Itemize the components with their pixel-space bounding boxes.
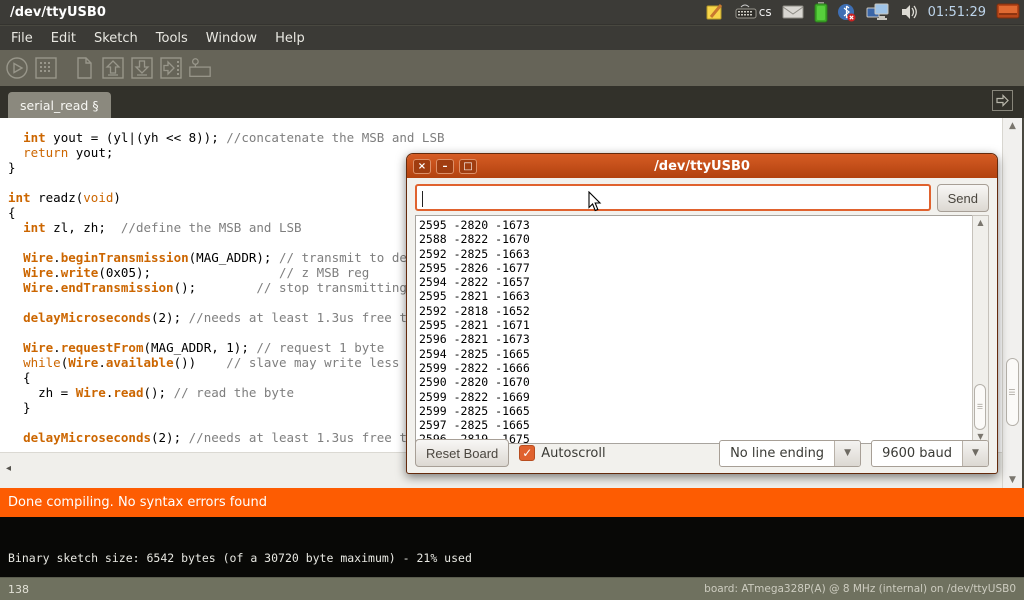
serial-output-row: 2599 -2825 -1665 [419, 404, 977, 418]
autoscroll-label: Autoscroll [541, 446, 605, 461]
serial-monitor-button[interactable] [188, 56, 212, 80]
serial-monitor-window: × – □ /dev/ttyUSB0 Send 2595 -2820 -1673… [406, 153, 998, 474]
serial-output-list[interactable]: 2595 -2820 -16732588 -2822 -16702592 -28… [415, 215, 978, 444]
keyboard-layout-label: cs [759, 5, 772, 19]
tab-menu-arrow-icon [995, 93, 1010, 108]
vscroll-up-arrow-icon[interactable]: ▲ [1003, 121, 1022, 131]
serial-output-row: 2594 -2825 -1665 [419, 347, 977, 361]
code-line: int yout = (yl|(yh << 8)); //concatenate… [8, 130, 1002, 145]
keyboard-layout-icon[interactable]: cs [735, 1, 772, 23]
menu-bar: FileEditSketchToolsWindowHelp [0, 26, 1024, 50]
system-tray: cs 01:51:29 [705, 1, 1024, 23]
window-title: /dev/ttyUSB0 [0, 5, 106, 20]
minimize-icon[interactable]: – [436, 159, 454, 174]
serial-output-row: 2599 -2822 -1666 [419, 361, 977, 375]
volume-icon[interactable] [900, 1, 918, 23]
menu-edit[interactable]: Edit [42, 28, 85, 49]
build-console: Binary sketch size: 6542 bytes (of a 307… [0, 517, 1024, 577]
network-icon[interactable] [866, 1, 890, 23]
cursor-line-number: 138 [0, 583, 29, 596]
text-caret [422, 191, 423, 207]
baud-rate-dropdown[interactable]: 9600 baud ▼ [871, 440, 989, 467]
screen: /dev/ttyUSB0 cs 01:5 [0, 0, 1024, 600]
upload-button[interactable] [159, 56, 183, 80]
vscroll-thumb[interactable]: ☰ [1006, 358, 1019, 426]
serial-output-row: 2594 -2822 -1657 [419, 275, 977, 289]
serial-output-row: 2596 -2821 -1673 [419, 332, 977, 346]
editor-vscrollbar[interactable]: ▲ ▼ ☰ [1002, 118, 1022, 488]
save-sketch-button[interactable] [130, 56, 154, 80]
maximize-icon[interactable]: □ [459, 159, 477, 174]
tab-label: serial_read § [20, 98, 99, 113]
serial-output-row: 2592 -2818 -1652 [419, 304, 977, 318]
toolbar [0, 50, 1024, 86]
autoscroll-checkbox[interactable]: ✓ [519, 445, 535, 461]
serial-output-row: 2595 -2821 -1663 [419, 289, 977, 303]
serial-monitor-title: /dev/ttyUSB0 [407, 159, 997, 174]
serial-output-row: 2592 -2825 -1663 [419, 247, 977, 261]
tab-serial-read[interactable]: serial_read § [8, 92, 111, 118]
mail-icon[interactable] [782, 1, 804, 23]
stop-button[interactable] [34, 56, 58, 80]
serial-input-row: Send [415, 184, 989, 212]
board-info: board: ATmega328P(A) @ 8 MHz (internal) … [704, 583, 1024, 595]
serial-monitor-controls: Reset Board ✓ Autoscroll No line ending … [415, 439, 989, 467]
serial-output-row: 2595 -2820 -1673 [419, 218, 977, 232]
bluetooth-icon[interactable] [838, 1, 856, 23]
serial-output-row: 2595 -2826 -1677 [419, 261, 977, 275]
baud-rate-value: 9600 baud [872, 441, 962, 466]
serial-output-row: 2590 -2820 -1670 [419, 375, 977, 389]
line-ending-dropdown[interactable]: No line ending ▼ [719, 440, 861, 467]
serial-scrollbar[interactable]: ▲ ▼ ☰ [972, 215, 989, 444]
hscroll-left-arrow-icon[interactable]: ◂ [6, 463, 11, 474]
tab-menu-button[interactable] [992, 90, 1013, 111]
reset-board-button[interactable]: Reset Board [415, 439, 509, 467]
menu-sketch[interactable]: Sketch [85, 28, 147, 49]
close-icon[interactable]: × [413, 159, 431, 174]
chevron-down-icon: ▼ [834, 441, 860, 466]
session-icon[interactable] [996, 1, 1020, 23]
chevron-down-icon: ▼ [962, 441, 988, 466]
open-sketch-button[interactable] [101, 56, 125, 80]
serial-scroll-thumb[interactable]: ☰ [974, 384, 986, 430]
top-panel: /dev/ttyUSB0 cs 01:5 [0, 0, 1024, 25]
serial-monitor-titlebar[interactable]: × – □ /dev/ttyUSB0 [407, 154, 997, 178]
line-ending-value: No line ending [720, 441, 834, 466]
clock[interactable]: 01:51:29 [928, 5, 986, 20]
serial-output-row: 2599 -2822 -1669 [419, 390, 977, 404]
compile-status-message: Done compiling. No syntax errors found [8, 495, 267, 510]
serial-output-row: 2597 -2825 -1665 [419, 418, 977, 432]
send-button[interactable]: Send [937, 184, 989, 212]
menu-tools[interactable]: Tools [147, 28, 197, 49]
serial-output-row: 2588 -2822 -1670 [419, 232, 977, 246]
menu-help[interactable]: Help [266, 28, 314, 49]
note-edit-icon[interactable] [705, 1, 725, 23]
tab-bar: serial_read § [0, 86, 1024, 118]
battery-icon[interactable] [814, 1, 828, 23]
new-sketch-button[interactable] [72, 56, 96, 80]
vscroll-down-arrow-icon[interactable]: ▼ [1003, 475, 1022, 485]
compile-status-bar: Done compiling. No syntax errors found [0, 488, 1024, 517]
menu-file[interactable]: File [2, 28, 42, 49]
status-footer: 138 board: ATmega328P(A) @ 8 MHz (intern… [0, 577, 1024, 600]
build-console-text: Binary sketch size: 6542 bytes (of a 307… [8, 551, 472, 565]
serial-scroll-up-icon[interactable]: ▲ [973, 218, 988, 227]
serial-output-row: 2595 -2821 -1671 [419, 318, 977, 332]
menu-window[interactable]: Window [197, 28, 266, 49]
window-controls: × – □ [407, 159, 477, 174]
serial-input[interactable] [415, 184, 931, 211]
verify-button[interactable] [5, 56, 29, 80]
